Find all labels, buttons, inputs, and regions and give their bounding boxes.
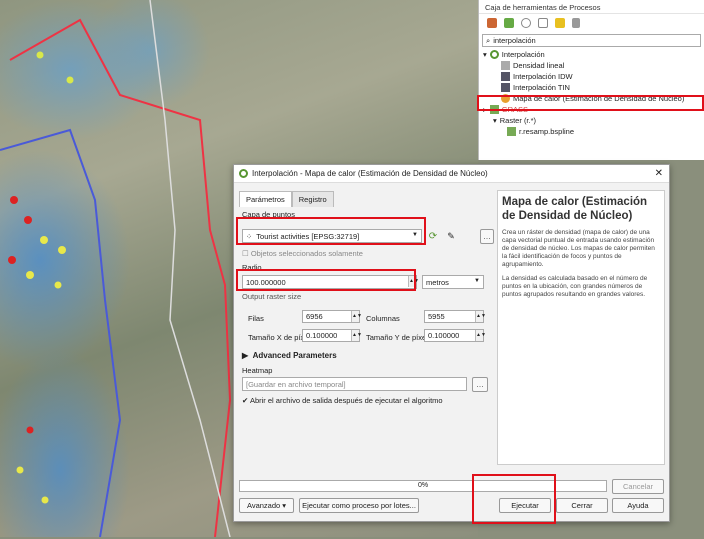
line-density-icon — [501, 61, 510, 70]
filas-label: Filas — [248, 314, 264, 323]
tree-item-idw[interactable]: Interpolación IDW — [483, 71, 704, 82]
qgis-icon — [489, 50, 499, 59]
grass-icon — [507, 127, 516, 136]
cancel-button[interactable]: Cancelar — [612, 479, 664, 494]
toolbox-title: Caja de herramientas de Procesos — [479, 0, 704, 14]
rows-input[interactable]: 6956 ▲▼ — [302, 310, 362, 323]
tree-item-densidad-lineal[interactable]: Densidad lineal — [483, 60, 704, 71]
processing-toolbox-panel: Caja de herramientas de Procesos ⌕ interp… — [478, 0, 704, 160]
advanced-params-toggle[interactable]: ▶ Advanced Parameters — [242, 351, 337, 360]
close-icon[interactable]: ✕ — [655, 168, 663, 179]
columns-input[interactable]: 5955 ▲▼ — [424, 310, 486, 323]
open-output-checkbox[interactable]: ✔ Abrir el archivo de salida después de … — [242, 396, 443, 405]
layer-boundary-red — [9, 18, 232, 538]
units-select[interactable]: metros ▼ — [422, 275, 484, 289]
highlight-heatmap-item — [477, 95, 704, 111]
options-wrench-icon[interactable] — [572, 18, 580, 28]
raster-icon — [501, 72, 510, 81]
help-text-1: Crea un ráster de densidad (mapa de calo… — [502, 229, 655, 268]
avanzado-button[interactable]: Avanzado ▾ — [239, 498, 294, 513]
results-icon[interactable] — [538, 18, 548, 28]
toolbox-search-field[interactable]: ⌕ interpolación — [482, 34, 701, 47]
dialog-titlebar: Interpolación - Mapa de calor (Estimació… — [234, 165, 669, 183]
dialog-title: Interpolación - Mapa de calor (Estimació… — [252, 169, 488, 178]
tab-registro[interactable]: Registro — [291, 191, 334, 207]
tree-group-interpolacion[interactable]: ▾ Interpolación — [483, 49, 704, 60]
close-button[interactable]: Cerrar — [556, 498, 608, 513]
help-panel: Mapa de calor (Estimación de Densidad de… — [497, 190, 665, 465]
pixel-x-input[interactable]: 0.100000 ▲▼ — [302, 329, 362, 342]
layer-boundary-blue — [0, 128, 122, 538]
edit-rendering-icon[interactable] — [555, 18, 565, 28]
batch-process-button[interactable]: Ejecutar como proceso por lotes... — [299, 498, 419, 513]
dialog-tabs: Parámetros Registro — [239, 191, 334, 207]
toolbox-search-value: interpolación — [493, 36, 536, 45]
tree-item-resamp[interactable]: r.resamp.bspline — [483, 126, 704, 137]
browse-layer-button[interactable]: … — [480, 229, 494, 244]
highlight-radius — [236, 269, 416, 291]
search-icon: ⌕ — [486, 35, 491, 45]
qgis-icon — [239, 169, 248, 178]
columnas-label: Columnas — [366, 314, 400, 323]
point-markers — [8, 51, 74, 504]
tab-parametros[interactable]: Parámetros — [239, 191, 292, 207]
help-title: Mapa de calor (Estimación de Densidad de… — [502, 196, 648, 222]
raster-size-label: Output raster size — [242, 292, 302, 301]
tree-item-tin[interactable]: Interpolación TIN — [483, 82, 704, 93]
chevron-down-icon: ▼ — [474, 278, 480, 284]
pixel-y-input[interactable]: 0.100000 ▲▼ — [424, 329, 486, 342]
pixel-x-label: Tamaño X de píxel — [248, 333, 311, 342]
road-line — [149, 0, 231, 538]
spin-arrows-icon[interactable]: ▲▼ — [351, 330, 362, 341]
heatmap-label: Heatmap — [242, 366, 273, 375]
scripts-icon[interactable] — [504, 18, 514, 28]
toolbox-toolbar — [479, 14, 704, 32]
pixel-y-label: Tamaño Y de píxel — [366, 333, 428, 342]
iterate-button[interactable]: ⟳ — [426, 229, 440, 244]
browse-output-button[interactable]: … — [472, 377, 488, 392]
edit-settings-wrench-icon[interactable]: ✎ — [444, 229, 458, 244]
spin-arrows-icon[interactable]: ▲▼ — [475, 311, 486, 322]
highlight-run-button — [472, 474, 556, 524]
heatmap-output-field[interactable]: [Guardar en archivo temporal] — [242, 377, 467, 391]
toolbox-tree: ▾ Interpolación Densidad lineal Interpola… — [479, 49, 704, 137]
tree-group-raster[interactable]: ▾ Raster (r.*) — [483, 115, 704, 126]
spin-arrows-icon[interactable]: ▲▼ — [351, 311, 362, 322]
spin-arrows-icon[interactable]: ▲▼ — [475, 330, 486, 341]
raster-icon — [501, 83, 510, 92]
highlight-input-layer — [236, 217, 426, 245]
help-text-2: La densidad es calculada basado en el nú… — [502, 275, 648, 298]
history-icon[interactable] — [521, 18, 531, 28]
help-button[interactable]: Ayuda — [612, 498, 664, 513]
models-icon[interactable] — [487, 18, 497, 28]
selected-only-checkbox[interactable]: ☐ Objetos seleccionados solamente — [242, 249, 363, 258]
